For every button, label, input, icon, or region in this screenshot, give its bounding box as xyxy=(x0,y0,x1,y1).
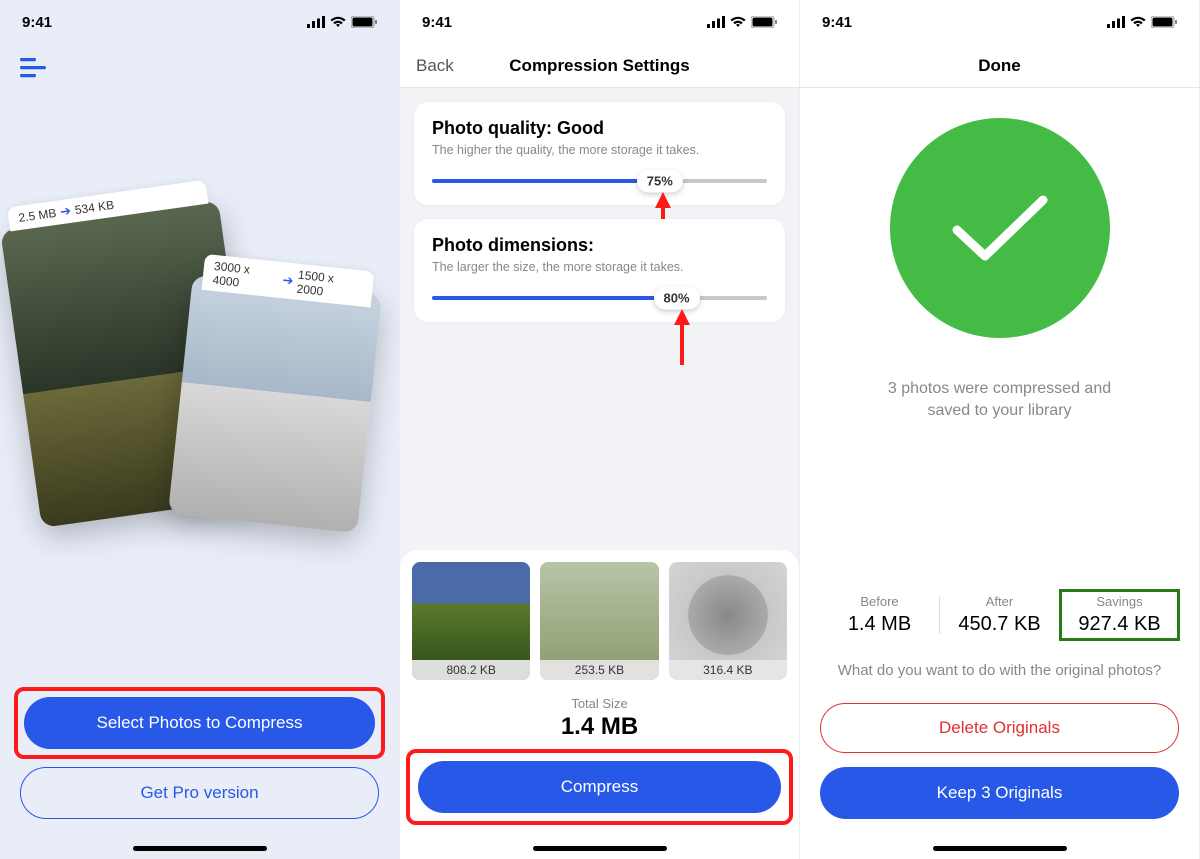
cellular-icon xyxy=(1107,16,1125,28)
dimensions-slider[interactable]: 80% xyxy=(432,296,767,300)
success-message: 3 photos were compressed and saved to yo… xyxy=(870,378,1130,423)
demo-card-1-before: 2.5 MB xyxy=(18,206,58,225)
battery-icon xyxy=(351,16,377,28)
home-indicator[interactable] xyxy=(133,846,267,851)
thumbnail-size-label: 316.4 KB xyxy=(669,660,787,680)
thumbnail-size-label: 253.5 KB xyxy=(540,660,658,680)
quality-title: Photo quality: Good xyxy=(432,118,767,139)
stat-before-value: 1.4 MB xyxy=(822,613,937,636)
total-size-value: 1.4 MB xyxy=(412,713,787,741)
dimensions-card: Photo dimensions: The larger the size, t… xyxy=(414,219,785,322)
stat-before: Before 1.4 MB xyxy=(820,590,939,640)
settings-screen: 9:41 Back Compression Settings Photo qua… xyxy=(400,0,800,859)
dimensions-subtitle: The larger the size, the more storage it… xyxy=(432,260,767,274)
nav-bar: Done xyxy=(800,44,1199,88)
wifi-icon xyxy=(730,16,746,28)
demo-card-2: 3000 x 4000 ➔ 1500 x 2000 xyxy=(168,275,382,534)
demo-card-2-label: 3000 x 4000 ➔ 1500 x 2000 xyxy=(202,254,375,308)
status-indicators xyxy=(307,16,377,28)
home-screen: 9:41 2.5 MB ➔ 534 KB 3000 x 4000 ➔ 15 xyxy=(0,0,400,859)
thumbnail-size-label: 808.2 KB xyxy=(412,660,530,680)
annotation-highlight: Compress xyxy=(412,755,787,819)
stat-after-label: After xyxy=(942,594,1057,609)
arrow-icon: ➔ xyxy=(282,272,295,289)
stat-before-label: Before xyxy=(822,594,937,609)
demo-card-1-after: 534 KB xyxy=(74,198,115,217)
quality-slider[interactable]: 75% xyxy=(432,179,767,183)
status-bar: 9:41 xyxy=(0,0,399,44)
status-bar: 9:41 xyxy=(800,0,1199,44)
keep-originals-button[interactable]: Keep 3 Originals xyxy=(820,767,1179,819)
originals-question: What do you want to do with the original… xyxy=(838,660,1162,681)
stats-row: Before 1.4 MB After 450.7 KB Savings 927… xyxy=(820,580,1179,660)
success-checkmark-icon xyxy=(890,118,1110,338)
demo-card-2-before: 3000 x 4000 xyxy=(212,259,280,294)
demo-card-1-label: 2.5 MB ➔ 534 KB xyxy=(7,180,208,232)
nav-bar: Back Compression Settings xyxy=(400,44,799,88)
select-photos-button[interactable]: Select Photos to Compress xyxy=(24,697,375,749)
stat-savings: Savings 927.4 KB xyxy=(1060,590,1179,640)
total-size-label: Total Size xyxy=(412,696,787,711)
stat-after: After 450.7 KB xyxy=(940,590,1059,640)
preview-panel: 808.2 KB 253.5 KB 316.4 KB Total Size 1.… xyxy=(400,550,799,859)
stat-savings-value: 927.4 KB xyxy=(1062,613,1177,636)
cellular-icon xyxy=(707,16,725,28)
hero-illustration: 2.5 MB ➔ 534 KB 3000 x 4000 ➔ 1500 x 200… xyxy=(0,44,399,693)
done-screen: 9:41 Done 3 photos were compressed and s… xyxy=(800,0,1200,859)
page-title: Compression Settings xyxy=(509,56,689,76)
home-indicator[interactable] xyxy=(933,846,1067,851)
quality-card: Photo quality: Good The higher the quali… xyxy=(414,102,785,205)
arrow-icon: ➔ xyxy=(59,203,72,220)
battery-icon xyxy=(751,16,777,28)
wifi-icon xyxy=(330,16,346,28)
status-bar: 9:41 xyxy=(400,0,799,44)
stat-savings-label: Savings xyxy=(1062,594,1177,609)
settings-body: Photo quality: Good The higher the quali… xyxy=(400,88,799,336)
status-indicators xyxy=(707,16,777,28)
status-time: 9:41 xyxy=(422,14,452,31)
thumbnail-row: 808.2 KB 253.5 KB 316.4 KB xyxy=(412,562,787,680)
battery-icon xyxy=(1151,16,1177,28)
compress-button[interactable]: Compress xyxy=(418,761,781,813)
home-indicator[interactable] xyxy=(533,846,667,851)
wifi-icon xyxy=(1130,16,1146,28)
quality-slider-fill xyxy=(432,179,660,183)
demo-card-2-after: 1500 x 2000 xyxy=(296,268,364,303)
quality-subtitle: The higher the quality, the more storage… xyxy=(432,143,767,157)
home-buttons: Select Photos to Compress Get Pro versio… xyxy=(0,693,399,859)
demo-card-stack: 2.5 MB ➔ 534 KB 3000 x 4000 ➔ 1500 x 200… xyxy=(20,184,380,584)
annotation-arrow-icon xyxy=(670,307,694,367)
annotation-highlight: Select Photos to Compress xyxy=(20,693,379,753)
status-time: 9:41 xyxy=(822,14,852,31)
cellular-icon xyxy=(307,16,325,28)
photo-thumbnail[interactable]: 316.4 KB xyxy=(669,562,787,680)
dimensions-slider-fill xyxy=(432,296,677,300)
status-indicators xyxy=(1107,16,1177,28)
status-time: 9:41 xyxy=(22,14,52,31)
page-title: Done xyxy=(978,56,1021,76)
photo-thumbnail[interactable]: 808.2 KB xyxy=(412,562,530,680)
dimensions-title: Photo dimensions: xyxy=(432,235,767,256)
back-button[interactable]: Back xyxy=(416,56,454,76)
stat-after-value: 450.7 KB xyxy=(942,613,1057,636)
done-body: 3 photos were compressed and saved to yo… xyxy=(800,88,1199,859)
photo-thumbnail[interactable]: 253.5 KB xyxy=(540,562,658,680)
delete-originals-button[interactable]: Delete Originals xyxy=(820,703,1179,753)
get-pro-button[interactable]: Get Pro version xyxy=(20,767,379,819)
